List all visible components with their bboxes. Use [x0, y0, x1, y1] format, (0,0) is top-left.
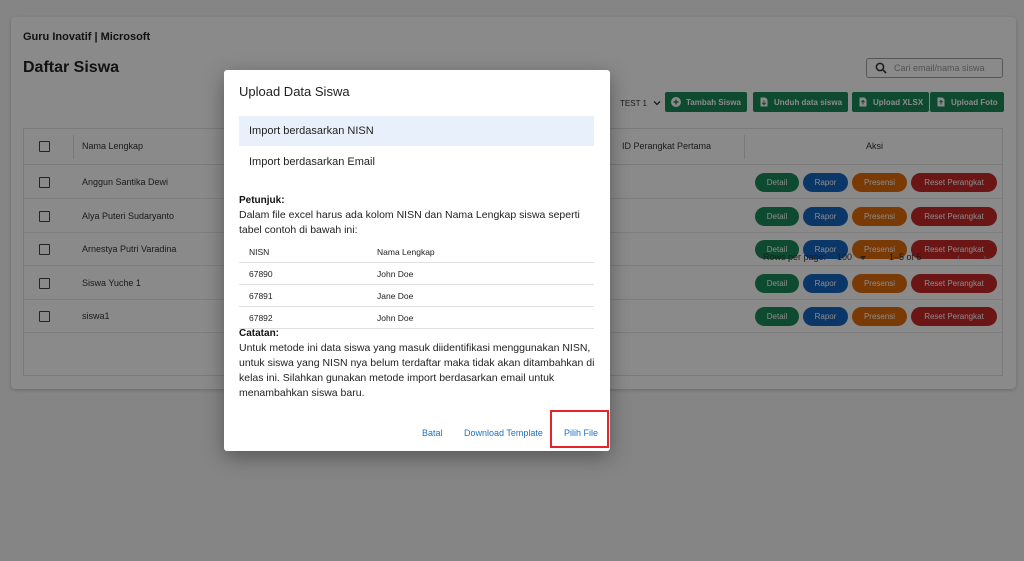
example-name: John Doe	[377, 313, 414, 323]
cancel-button[interactable]: Batal	[422, 428, 443, 438]
example-table-header: NISN Nama Lengkap	[239, 241, 594, 263]
example-nisn: 67890	[249, 269, 273, 279]
dialog-title: Upload Data Siswa	[239, 84, 350, 99]
example-header-nisn: NISN	[249, 247, 270, 257]
example-name: Jane Doe	[377, 291, 414, 301]
example-table-row: 67892 John Doe	[239, 307, 594, 329]
example-name: John Doe	[377, 269, 414, 279]
option-import-email[interactable]: Import berdasarkan Email	[239, 147, 594, 177]
option-import-nisn[interactable]: Import berdasarkan NISN	[239, 116, 594, 146]
pick-file-highlight	[550, 410, 609, 448]
example-header-name: Nama Lengkap	[377, 247, 435, 257]
example-table-row: 67890 John Doe	[239, 263, 594, 285]
catatan-heading: Catatan:	[239, 328, 280, 339]
example-nisn: 67892	[249, 313, 273, 323]
upload-dialog: Upload Data Siswa Import berdasarkan NIS…	[224, 70, 610, 451]
download-template-button[interactable]: Download Template	[464, 428, 543, 438]
example-table-row: 67891 Jane Doe	[239, 285, 594, 307]
petunjuk-text: Dalam file excel harus ada kolom NISN da…	[239, 209, 580, 236]
example-table: NISN Nama Lengkap 67890 John Doe 67891 J…	[239, 241, 594, 329]
example-nisn: 67891	[249, 291, 273, 301]
catatan-text: Untuk metode ini data siswa yang masuk d…	[239, 342, 595, 399]
petunjuk-heading: Petunjuk:	[239, 195, 285, 206]
